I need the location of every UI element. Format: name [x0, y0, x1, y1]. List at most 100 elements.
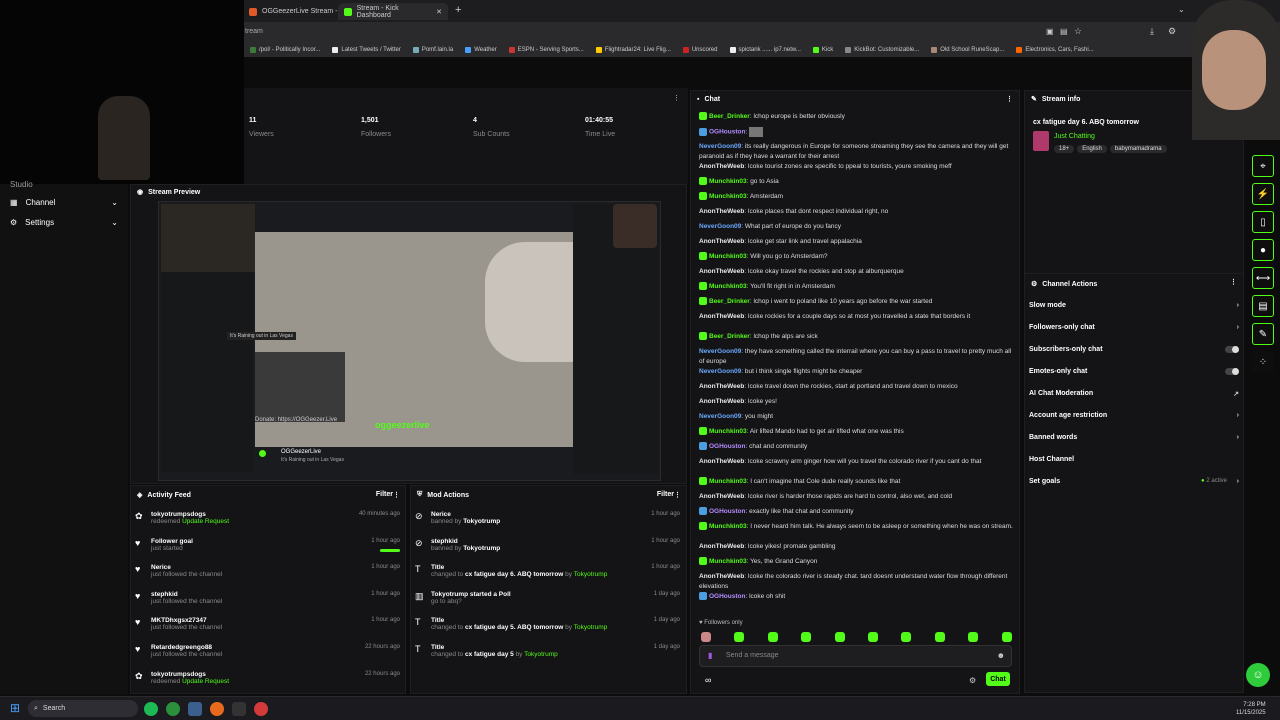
more-icon[interactable]: ⋮ [1006, 95, 1013, 103]
infinity-icon[interactable]: ∞ [705, 675, 711, 685]
chat-message[interactable]: NeverGoon09: you might [699, 412, 1013, 422]
download-icon[interactable]: ⤓ [1150, 26, 1154, 37]
chat-username[interactable]: AnonTheWeeb [699, 398, 744, 405]
chat-username[interactable]: OGHouston [709, 508, 745, 515]
chat-message[interactable]: NeverGoon09: they have something called … [699, 347, 1013, 367]
preview-video[interactable]: Donate: https://OGGeezer.Live oggeezerli… [158, 201, 661, 481]
chat-message[interactable]: Beer_Drinker: lchop the alps are sick [699, 332, 1013, 342]
chrome-icon[interactable] [166, 702, 180, 716]
chat-input[interactable]: ▮ Send a message ☻ [699, 645, 1012, 667]
channel-action-ai-chat-moderation[interactable]: AI Chat Moderation ↗ [1029, 390, 1239, 398]
chat-username[interactable]: Beer_Drinker [709, 333, 750, 340]
lightning-icon[interactable]: ⚡ [1252, 183, 1274, 205]
extension-icon[interactable]: ⚙ [1168, 26, 1176, 37]
activity-item[interactable]: ✿ tokyotrumpsdogs redeemed Update Request 2… [135, 671, 405, 685]
bookmark-item[interactable]: ESPN - Serving Sports... [508, 46, 584, 53]
chat-message[interactable]: AnonTheWeeb: lcoke okay travel the rocki… [699, 267, 1013, 277]
chat-username[interactable]: AnonTheWeeb [699, 493, 744, 500]
stream-tag[interactable]: babymamadrama [1109, 145, 1167, 153]
chat-username[interactable]: OGHouston [709, 593, 745, 600]
toggle-switch[interactable] [1225, 368, 1239, 375]
chat-message[interactable]: NeverGoon09: but i think single flights … [699, 367, 1013, 377]
kick-emote-icon[interactable] [734, 632, 745, 642]
filter-button[interactable]: Filter [376, 491, 393, 498]
bookmark-item[interactable]: Unscored [682, 46, 718, 53]
channel-action-host-channel[interactable]: Host Channel [1029, 456, 1239, 463]
activity-item[interactable]: ♥ Retardedgreengo88 just followed the chan… [135, 644, 405, 658]
support-chat-icon[interactable]: ☺ [1246, 663, 1270, 687]
activity-item[interactable]: ♥ Follower goal just started 1 hour ago [135, 538, 405, 552]
more-icon[interactable]: ⋮ [673, 94, 680, 102]
channel-action-subscribers-only-chat[interactable]: Subscribers-only chat [1029, 346, 1239, 353]
chat-message[interactable]: Beer_Drinker: lchop europe is better obv… [699, 112, 1013, 122]
chat-username[interactable]: AnonTheWeeb [699, 208, 744, 215]
phone-icon[interactable]: ▯ [1252, 211, 1274, 233]
steam-icon[interactable] [188, 702, 202, 716]
kick-emote-icon[interactable] [934, 632, 945, 642]
mod-action-item[interactable]: T Title changed to cx fatigue day 5 by Tok… [415, 644, 685, 658]
chat-message[interactable]: NeverGoon09: What part of europe do you … [699, 222, 1013, 232]
chat-username[interactable]: NeverGoon09 [699, 143, 741, 150]
chat-username[interactable]: OGHouston [709, 443, 745, 450]
emoji-icon[interactable]: ☻ [997, 651, 1005, 660]
chat-username[interactable]: Munchkin03 [709, 193, 747, 200]
people-icon[interactable]: ⁘ [1252, 351, 1274, 373]
chat-message[interactable]: Munchkin03: go to Asia [699, 177, 1013, 187]
channel-action-emotes-only-chat[interactable]: Emotes-only chat [1029, 368, 1239, 375]
kick-emote-icon[interactable] [968, 632, 979, 642]
chat-username[interactable]: Munchkin03 [709, 253, 747, 260]
chat-username[interactable]: OGHouston [709, 129, 745, 136]
activity-item[interactable]: ✿ tokyotrumpsdogs redeemed Update Request 4… [135, 511, 405, 525]
chat-username[interactable]: AnonTheWeeb [699, 163, 744, 170]
chat-username[interactable]: NeverGoon09 [699, 348, 741, 355]
chat-message[interactable]: AnonTheWeeb: lcoke rockies for a couple … [699, 312, 1013, 322]
chat-username[interactable]: AnonTheWeeb [699, 238, 744, 245]
chat-username[interactable]: Munchkin03 [709, 428, 747, 435]
star-icon[interactable]: ☆ [1074, 26, 1082, 37]
bookmark-item[interactable]: Kick [812, 46, 833, 53]
chat-username[interactable]: AnonTheWeeb [699, 268, 744, 275]
bookmark-item[interactable]: Weather [465, 46, 497, 53]
bookmark-item[interactable]: KickBot: Customizable... [845, 46, 919, 53]
kick-emote-icon[interactable] [701, 632, 711, 642]
kick-emote-icon[interactable] [767, 632, 778, 642]
clock[interactable]: 7:28 PM 11/15/2025 [1236, 701, 1266, 717]
wrench-icon[interactable]: ✎ [1252, 323, 1274, 345]
chat-username[interactable]: AnonTheWeeb [699, 313, 744, 320]
chat-message[interactable]: AnonTheWeeb: lcoke scrawny arm ginger ho… [699, 457, 1013, 467]
more-icon[interactable]: ⋮ [674, 491, 681, 499]
chat-username[interactable]: Munchkin03 [709, 283, 747, 290]
windows-start-icon[interactable]: ⊞ [10, 701, 20, 715]
stream-tag[interactable]: 18+ [1054, 145, 1075, 153]
chat-message[interactable]: OGHouston: chat and community [699, 442, 1013, 452]
spotify-icon[interactable] [144, 702, 158, 716]
channel-action-followers-only-chat[interactable]: Followers-only chat › [1029, 324, 1239, 331]
bookmark-item[interactable]: Old School RuneScap... [931, 46, 1004, 53]
mod-action-item[interactable]: T Title changed to cx fatigue day 5. ABQ t… [415, 617, 685, 631]
chat-username[interactable]: Munchkin03 [709, 178, 747, 185]
chat-username[interactable]: AnonTheWeeb [699, 458, 744, 465]
mod-action-item[interactable]: T Title changed to cx fatigue day 6. ABQ t… [415, 564, 685, 578]
chat-message[interactable]: NeverGoon09: its really dangerous in Eur… [699, 142, 1013, 162]
chat-message[interactable]: Munchkin03: I can't imagine that Cole du… [699, 477, 1013, 487]
kick-emote-icon[interactable] [901, 632, 912, 642]
send-chat-button[interactable]: Chat [986, 672, 1010, 686]
chat-message[interactable]: Munchkin03: Will you go to Amsterdam? [699, 252, 1013, 262]
chat-message[interactable]: AnonTheWeeb: lcoke yes! [699, 397, 1013, 407]
chat-message[interactable]: AnonTheWeeb: lcoke river is harder those… [699, 492, 1013, 502]
chat-username[interactable]: NeverGoon09 [699, 413, 741, 420]
chevron-down-icon[interactable]: ⌄ [1178, 5, 1185, 14]
stream-title[interactable]: cx fatigue day 6. ABQ tomorrow [1033, 119, 1139, 126]
bookmark-item[interactable]: /pol/ - Politically Incor... [250, 46, 320, 53]
layout-icon[interactable]: ▤ [1252, 295, 1274, 317]
stream-tag[interactable]: English [1077, 145, 1107, 153]
activity-item[interactable]: ♥ stephkid just followed the channel 1 hour… [135, 591, 405, 605]
chat-username[interactable]: NeverGoon09 [699, 223, 741, 230]
chat-bubble-icon[interactable]: ● [1252, 239, 1274, 261]
chat-username[interactable]: Munchkin03 [709, 558, 747, 565]
kick-emote-icon[interactable] [801, 632, 812, 642]
chat-message[interactable]: Munchkin03: You'll fit right in in Amste… [699, 282, 1013, 292]
sidebar-item-settings[interactable]: ⚙ Settings ⌄ [10, 218, 118, 227]
bookmark-item[interactable]: Flightradar24: Live Flig... [595, 46, 671, 53]
url-text[interactable]: tream [245, 28, 263, 35]
